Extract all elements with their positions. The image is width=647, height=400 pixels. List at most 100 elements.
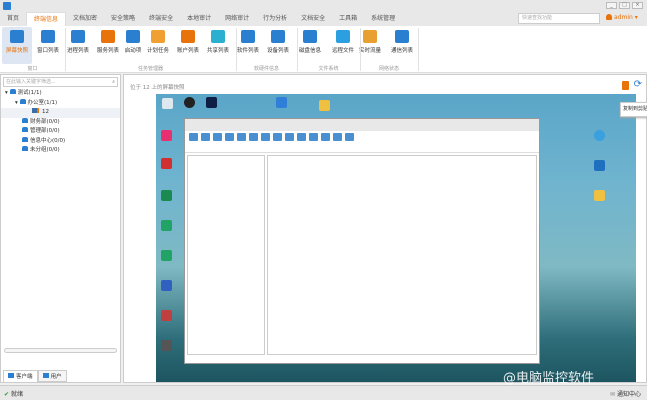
client-tree-panel: 在此输入关键字筛选... ⌕ ▾ 测试(1/1) ▾ 办公室(1/1) 12 财务… (0, 74, 121, 383)
software-button[interactable]: 软件列表 (233, 27, 263, 64)
phone-icon (395, 30, 409, 43)
share-button[interactable]: 共享列表 (203, 27, 233, 64)
folder-icon (336, 30, 350, 43)
share-icon (211, 30, 225, 43)
button-label: 启动项 (124, 48, 142, 54)
software-icon (241, 30, 255, 43)
process-icon (71, 30, 85, 43)
tree-node-ungrouped[interactable]: 未分组(0/0) (1, 146, 120, 156)
node-label: 管理部(0/0) (30, 128, 60, 134)
minimize-button[interactable]: _ (606, 2, 617, 9)
phone-button[interactable]: 通信列表 (387, 27, 417, 64)
desktop-icon (161, 130, 172, 141)
group-icon (22, 117, 28, 123)
device-button[interactable]: 设备列表 (263, 27, 293, 64)
horizontal-scrollbar[interactable] (4, 348, 117, 353)
tree-node-finance[interactable]: 财务部(0/0) (1, 117, 120, 128)
search-icon: ⌕ (112, 79, 115, 85)
button-label: 实时流量 (358, 48, 381, 54)
function-search-input[interactable]: 快速查找功能 (518, 13, 600, 24)
tab-3[interactable]: 安全策略 (104, 12, 142, 26)
button-label: 进程列表 (66, 48, 89, 54)
tab-clients[interactable]: 客户端 (3, 370, 38, 382)
pencil-button[interactable]: 计划任务 (143, 27, 173, 64)
tab-6[interactable]: 网络审计 (218, 12, 256, 26)
pencil-icon (151, 30, 165, 43)
refresh-icon[interactable]: ⟳ (634, 80, 642, 90)
ribbon: 屏幕快照 窗口列表 进程列表 服务列表 启动项 计划任务 账户列表 共享列表 软件列表 设备列表 磁… (0, 26, 647, 73)
button-label: 磁盘信息 (298, 48, 321, 54)
qq-icon (184, 97, 195, 108)
startup-icon (126, 30, 140, 43)
ribbon-group-label: 窗口 (27, 66, 38, 72)
desktop-icon (161, 158, 172, 169)
desktop-icon (161, 220, 172, 231)
maximize-button[interactable]: □ (619, 2, 630, 9)
button-label: 屏幕快照 (5, 48, 28, 54)
button-label: 计划任务 (146, 48, 169, 54)
app-icon (276, 97, 287, 108)
ribbon-group-label: 任务管理器 (137, 66, 163, 72)
desktop-icon (161, 280, 172, 291)
tree-node-office[interactable]: ▾ 办公室(1/1) (1, 98, 120, 109)
group-icon (9, 89, 16, 94)
camera-button[interactable]: 屏幕快照 (2, 27, 32, 64)
tab-label: 用户 (50, 374, 62, 380)
copy-icon[interactable] (622, 81, 629, 90)
account-icon (181, 30, 195, 43)
tab-5[interactable]: 本地审计 (180, 12, 218, 26)
desktop-icon (594, 130, 605, 141)
folder-button[interactable]: 远程文件 (328, 27, 358, 64)
recycle-bin-icon (162, 98, 173, 109)
group-icon (19, 98, 26, 104)
tab-0[interactable]: 首页 (0, 12, 26, 26)
tree-node-client-12[interactable]: 12 (1, 108, 120, 118)
window-button[interactable]: 窗口列表 (33, 27, 63, 64)
desktop-icon (161, 190, 172, 201)
desktop-icon (161, 340, 172, 351)
disk-button[interactable]: 磁盘信息 (295, 27, 325, 64)
disk-icon (303, 30, 317, 43)
tab-users[interactable]: 用户 (37, 370, 67, 382)
desktop-icon (161, 310, 172, 321)
tab-10[interactable]: 系统管理 (364, 12, 402, 26)
node-label: 12 (42, 109, 49, 115)
tab-8[interactable]: 文档安全 (294, 12, 332, 26)
process-button[interactable]: 进程列表 (63, 27, 93, 64)
button-label: 设备列表 (266, 48, 289, 54)
group-icon (22, 127, 28, 132)
tab-9[interactable]: 工具箱 (332, 12, 364, 26)
tab-1[interactable]: 终端信息 (26, 12, 67, 26)
photoshop-icon (206, 97, 217, 108)
remote-app-window (184, 118, 540, 364)
tab-7[interactable]: 行为分析 (256, 12, 294, 26)
tree-node-management[interactable]: 管理部(0/0) (1, 127, 120, 137)
notification-center-button[interactable]: 通知中心 (610, 389, 641, 398)
filter-placeholder: 在此输入关键字筛选... (6, 79, 56, 85)
watermark: @电脑监控软件 (503, 371, 595, 386)
account-button[interactable]: 账户列表 (173, 27, 203, 64)
node-label: 财务部(0/0) (30, 118, 60, 125)
tab-4[interactable]: 终端安全 (142, 12, 180, 26)
device-icon (271, 30, 285, 43)
folder-icon (594, 190, 605, 201)
copy-tooltip: 复制到剪贴板 (620, 102, 647, 117)
tab-label: 客户端 (16, 374, 33, 380)
camera-icon (10, 30, 24, 43)
close-button[interactable]: × (632, 2, 643, 9)
user-menu[interactable]: admin ▾ (606, 14, 638, 21)
node-label: 办公室(1/1) (27, 99, 58, 106)
tree-node-test[interactable]: ▾ 测试(1/1) (1, 89, 120, 99)
button-label: 窗口列表 (36, 48, 59, 54)
vscode-icon (594, 160, 605, 171)
ribbon-group-label: 文件系统 (318, 66, 339, 72)
tab-2[interactable]: 文档加密 (66, 12, 104, 26)
service-icon (101, 30, 115, 43)
tree-node-info-center[interactable]: 信息中心(0/0) (1, 136, 120, 147)
panel-title: 位于 12 上的屏幕快照 (130, 85, 185, 91)
tree-filter-input[interactable]: 在此输入关键字筛选... ⌕ (3, 77, 118, 87)
traffic-icon (363, 30, 377, 43)
app-logo (3, 2, 11, 10)
status-bar: 就绪 通知中心 (0, 385, 647, 400)
group-icon (22, 146, 28, 151)
